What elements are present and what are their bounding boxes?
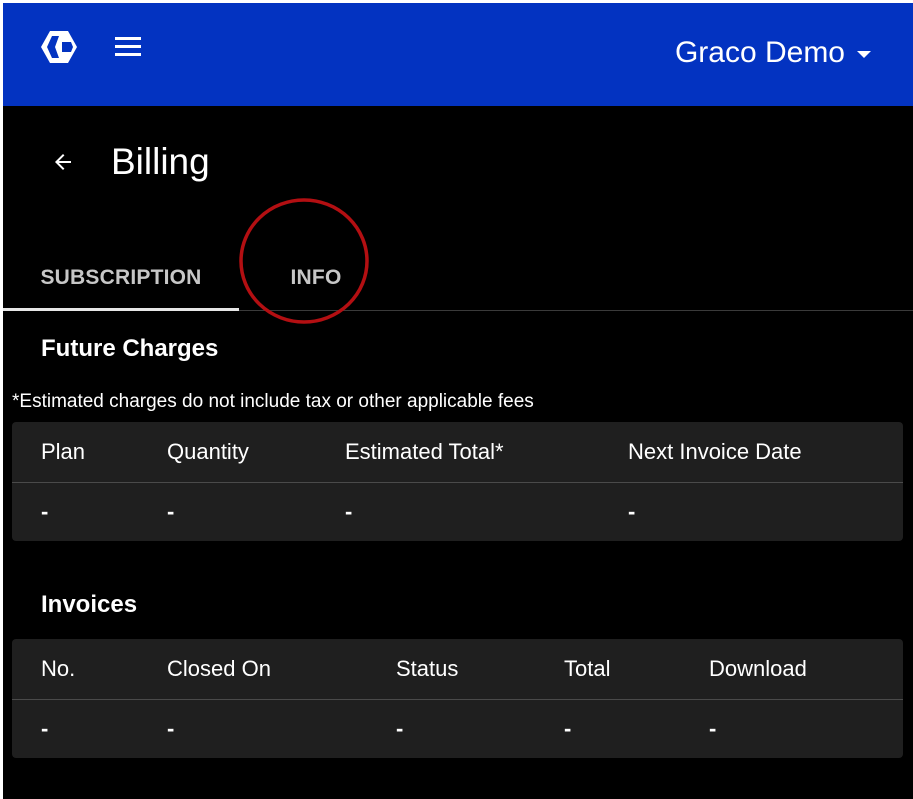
arrow-left-icon[interactable] — [51, 150, 75, 174]
tab-subscription[interactable]: SUBSCRIPTION — [3, 248, 239, 308]
cell-quantity: - — [167, 499, 175, 524]
table-header-row: Plan Quantity Estimated Total* Next Invo… — [12, 422, 903, 483]
column-header-status: Status — [396, 656, 459, 681]
cell-closed-on: - — [167, 716, 175, 741]
hamburger-menu-icon[interactable] — [115, 35, 145, 59]
table-header-row: No. Closed On Status Total Download — [12, 639, 903, 700]
column-header-estimated-total: Estimated Total* — [345, 439, 504, 464]
cell-next-invoice-date: - — [628, 499, 636, 524]
invoices-title: Invoices — [41, 591, 138, 618]
cell-total: - — [564, 716, 572, 741]
table-row: - - - - - — [12, 700, 903, 758]
cell-download: - — [709, 716, 717, 741]
column-header-plan: Plan — [41, 439, 86, 464]
column-header-quantity: Quantity — [167, 439, 249, 464]
page-header: Billing — [51, 137, 210, 187]
future-charges-title: Future Charges — [41, 335, 219, 362]
app-bar: Graco Demo — [3, 3, 913, 106]
column-header-closed-on: Closed On — [167, 656, 271, 681]
cell-plan: - — [41, 499, 49, 524]
column-header-total: Total — [564, 656, 611, 681]
tab-info[interactable]: INFO — [241, 248, 391, 308]
cell-status: - — [396, 716, 404, 741]
account-name: Graco Demo — [674, 36, 845, 69]
graco-logo-icon[interactable] — [41, 29, 77, 65]
account-dropdown[interactable]: Graco Demo — [675, 33, 871, 73]
active-tab-indicator — [3, 308, 239, 311]
column-header-next-invoice-date: Next Invoice Date — [628, 439, 802, 464]
invoices-table: No. Closed On Status Total Download - - … — [12, 639, 903, 758]
page-title: Billing — [111, 141, 210, 182]
app-frame: Graco Demo Billing SUBSCRIPTION INFO Fut… — [3, 3, 913, 799]
cell-estimated-total: - — [345, 499, 353, 524]
estimate-note: *Estimated charges do not include tax or… — [12, 391, 534, 412]
future-charges-table: Plan Quantity Estimated Total* Next Invo… — [12, 422, 903, 541]
table-row: - - - - — [12, 483, 903, 541]
cell-no: - — [41, 716, 49, 741]
column-header-no: No. — [41, 656, 76, 681]
column-header-download: Download — [709, 656, 807, 681]
caret-down-icon — [857, 51, 871, 58]
